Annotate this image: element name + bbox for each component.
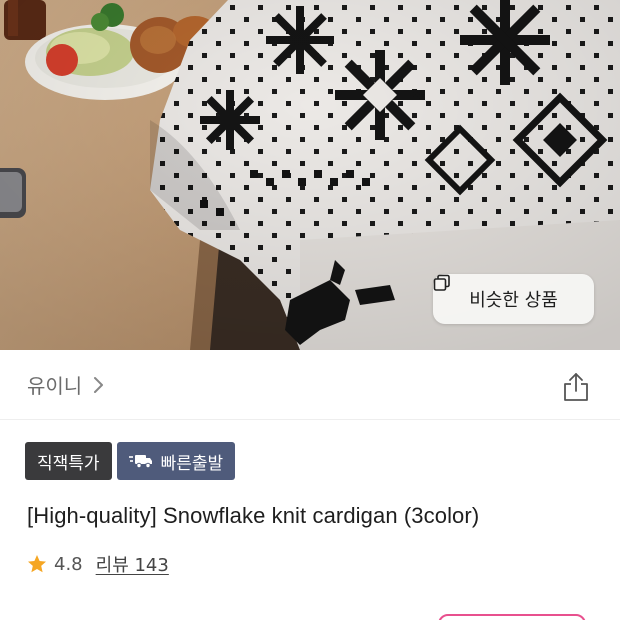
- store-name: 유이니: [27, 374, 83, 398]
- similar-products-button[interactable]: 비슷한 상품: [433, 274, 594, 324]
- fast-shipping-badge: 빠른출발: [116, 442, 236, 480]
- review-count-link[interactable]: 리뷰 143: [96, 551, 169, 577]
- share-icon[interactable]: [562, 372, 590, 402]
- similar-products-label: 비슷한 상품: [469, 290, 558, 311]
- truck-icon: [128, 455, 152, 469]
- chevron-right-icon: [94, 376, 104, 393]
- coupon-button-partial[interactable]: [438, 614, 586, 620]
- rating-row: 4.8 리뷰 143: [27, 551, 169, 577]
- special-price-badge: 직잭특가: [25, 442, 112, 480]
- rating-score: 4.8: [54, 553, 83, 575]
- store-link[interactable]: 유이니: [27, 370, 104, 399]
- copy-icon: [433, 274, 450, 291]
- product-photo[interactable]: 비슷한 상품: [0, 0, 620, 350]
- product-title: [High-quality] Snowflake knit cardigan (…: [27, 503, 480, 528]
- store-row: 유이니: [0, 350, 620, 420]
- badge-row: 직잭특가 빠른출발: [25, 442, 236, 480]
- star-icon: [28, 555, 46, 573]
- fast-shipping-label: 빠른출발: [160, 453, 224, 474]
- special-price-label: 직잭특가: [37, 453, 100, 474]
